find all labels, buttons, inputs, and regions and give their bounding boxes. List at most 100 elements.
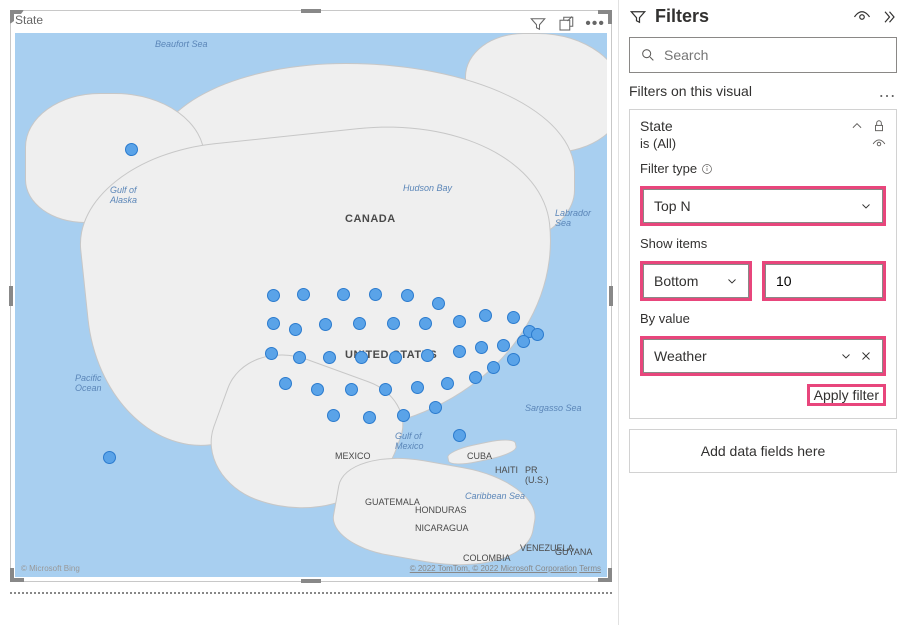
- data-point[interactable]: [389, 351, 402, 364]
- filter-summary: is (All): [640, 136, 676, 151]
- data-point[interactable]: [379, 383, 392, 396]
- filters-pane: Filters Filters on this visual … State i…: [618, 0, 907, 625]
- data-point[interactable]: [279, 377, 292, 390]
- filters-title: Filters: [655, 6, 845, 27]
- data-point[interactable]: [432, 297, 445, 310]
- data-point[interactable]: [353, 317, 366, 330]
- land-label: CUBA: [467, 451, 492, 461]
- filter-search[interactable]: [629, 37, 897, 73]
- chevron-down-icon: [726, 275, 738, 287]
- by-value-select[interactable]: Weather: [643, 339, 883, 373]
- filter-search-input[interactable]: [664, 47, 886, 63]
- data-point[interactable]: [421, 349, 434, 362]
- lock-icon[interactable]: [864, 119, 886, 133]
- sea-label: Gulf of Mexico: [395, 431, 437, 451]
- visual-more-icon[interactable]: •••: [585, 17, 605, 31]
- resize-handle[interactable]: [301, 579, 321, 583]
- visual-title: State: [15, 13, 43, 27]
- add-data-fields-dropzone[interactable]: Add data fields here: [629, 429, 897, 473]
- data-point[interactable]: [453, 345, 466, 358]
- data-point[interactable]: [469, 371, 482, 384]
- sea-label: Pacific Ocean: [75, 373, 115, 393]
- map-credit-right: © 2022 TomTom, © 2022 Microsoft Corporat…: [410, 564, 601, 573]
- data-point[interactable]: [323, 351, 336, 364]
- sea-label: Gulf of Alaska: [110, 185, 150, 205]
- info-icon[interactable]: [701, 163, 713, 175]
- data-point[interactable]: [369, 288, 382, 301]
- land-label: HAITI: [495, 465, 518, 475]
- show-items-direction-select[interactable]: Bottom: [643, 264, 749, 298]
- search-icon: [640, 47, 656, 63]
- apply-filter-button[interactable]: Apply filter: [810, 385, 883, 405]
- eye-icon[interactable]: [872, 137, 886, 151]
- data-point[interactable]: [311, 383, 324, 396]
- data-point[interactable]: [531, 328, 544, 341]
- map-visual[interactable]: State ••• © Microsoft Bing © 2022 TomTom…: [10, 10, 612, 582]
- filter-card-state: State is (All) Filter type Top N Show it…: [629, 109, 897, 419]
- data-point[interactable]: [517, 335, 530, 348]
- data-point[interactable]: [453, 429, 466, 442]
- data-point[interactable]: [293, 351, 306, 364]
- filter-type-select[interactable]: Top N: [643, 189, 883, 223]
- eye-icon[interactable]: [853, 8, 871, 26]
- focus-mode-icon[interactable]: [557, 15, 575, 33]
- map-credit-left: © Microsoft Bing: [21, 564, 80, 573]
- data-point[interactable]: [497, 339, 510, 352]
- data-point[interactable]: [289, 323, 302, 336]
- land-label: CANADA: [345, 213, 396, 225]
- show-items-count-input[interactable]: [765, 264, 883, 298]
- sea-label: Caribbean Sea: [465, 491, 525, 501]
- collapse-icon[interactable]: [842, 119, 864, 133]
- resize-handle[interactable]: [609, 286, 613, 306]
- data-point[interactable]: [267, 317, 280, 330]
- expand-pane-icon[interactable]: [879, 8, 897, 26]
- visual-filter-icon[interactable]: [529, 15, 547, 33]
- data-point[interactable]: [419, 317, 432, 330]
- data-point[interactable]: [125, 143, 138, 156]
- data-point[interactable]: [507, 353, 520, 366]
- clear-icon[interactable]: [860, 350, 872, 362]
- land-label: GUYANA: [555, 547, 592, 557]
- filter-field-name: State: [640, 118, 842, 134]
- data-point[interactable]: [411, 381, 424, 394]
- data-point[interactable]: [387, 317, 400, 330]
- data-point[interactable]: [355, 351, 368, 364]
- data-point[interactable]: [267, 289, 280, 302]
- data-point[interactable]: [401, 289, 414, 302]
- by-value-label: By value: [640, 311, 690, 326]
- sea-label: Hudson Bay: [403, 183, 452, 193]
- data-point[interactable]: [453, 315, 466, 328]
- chevron-down-icon: [840, 350, 852, 362]
- sea-label: Labrador Sea: [555, 208, 607, 228]
- report-canvas: State ••• © Microsoft Bing © 2022 TomTom…: [0, 0, 618, 625]
- data-point[interactable]: [265, 347, 278, 360]
- data-point[interactable]: [475, 341, 488, 354]
- resize-handle[interactable]: [9, 286, 13, 306]
- chevron-down-icon: [860, 200, 872, 212]
- land-label: COLOMBIA: [463, 553, 511, 563]
- filter-type-label: Filter type: [640, 161, 697, 176]
- data-point[interactable]: [337, 288, 350, 301]
- land-label: MEXICO: [335, 451, 371, 461]
- sea-label: Sargasso Sea: [525, 403, 582, 413]
- data-point[interactable]: [441, 377, 454, 390]
- resize-handle[interactable]: [301, 9, 321, 13]
- land-label: HONDURAS: [415, 505, 467, 515]
- data-point[interactable]: [363, 411, 376, 424]
- data-point[interactable]: [327, 409, 340, 422]
- map-terms-link[interactable]: Terms: [579, 564, 601, 573]
- data-point[interactable]: [507, 311, 520, 324]
- data-point[interactable]: [319, 318, 332, 331]
- section-more-icon[interactable]: …: [878, 84, 897, 98]
- data-point[interactable]: [345, 383, 358, 396]
- data-point[interactable]: [103, 451, 116, 464]
- map-canvas[interactable]: © Microsoft Bing © 2022 TomTom, © 2022 M…: [15, 33, 607, 577]
- data-point[interactable]: [297, 288, 310, 301]
- data-point[interactable]: [397, 409, 410, 422]
- data-point[interactable]: [479, 309, 492, 322]
- data-point[interactable]: [429, 401, 442, 414]
- filters-section-title: Filters on this visual: [629, 83, 878, 99]
- data-point[interactable]: [487, 361, 500, 374]
- sea-label: Beaufort Sea: [155, 39, 208, 49]
- land-label: NICARAGUA: [415, 523, 469, 533]
